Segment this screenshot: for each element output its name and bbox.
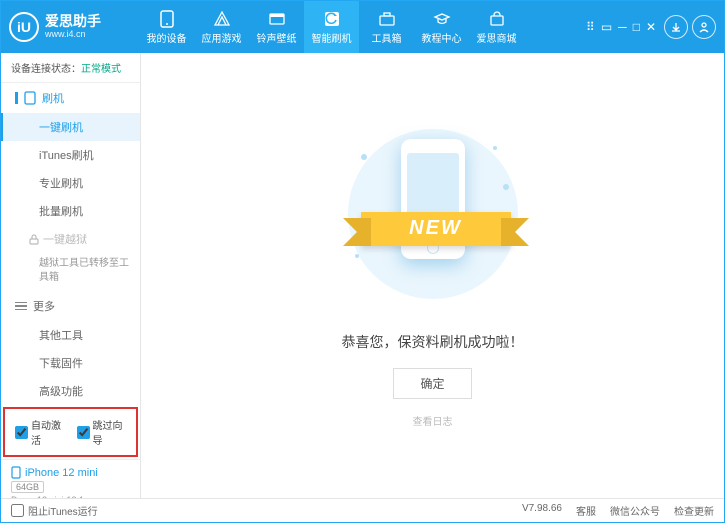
store-icon xyxy=(487,10,507,28)
statusbar: 阻止iTunes运行 V7.98.66 客服 微信公众号 检查更新 xyxy=(1,498,724,522)
app-window: iU 爱思助手 www.i4.cn 我的设备 应用游戏 铃声壁纸 智能刷机 工具… xyxy=(0,0,725,523)
view-log-link[interactable]: 查看日志 xyxy=(413,413,453,428)
app-name: 爱思助手 xyxy=(45,14,101,29)
skip-guide-checkbox[interactable]: 跳过向导 xyxy=(77,417,127,447)
nav-label: 铃声壁纸 xyxy=(257,30,297,45)
window-controls: ⠿ ▭ ─ □ ✕ xyxy=(586,20,656,34)
device-info[interactable]: iPhone 12 mini 64GB Down-12mini-13,1 xyxy=(1,459,140,498)
sidebar-flash-header[interactable]: 刷机 xyxy=(1,83,140,113)
update-link[interactable]: 检查更新 xyxy=(674,503,714,518)
skin-button[interactable]: ▭ xyxy=(601,20,612,34)
minimize-button[interactable]: ─ xyxy=(618,20,627,34)
sidebar-item-advanced[interactable]: 高级功能 xyxy=(1,377,140,405)
block-itunes-checkbox[interactable]: 阻止iTunes运行 xyxy=(11,503,98,518)
phone-icon xyxy=(24,91,36,105)
phone-icon xyxy=(11,466,21,479)
download-button[interactable] xyxy=(664,15,688,39)
nav-toolbox[interactable]: 工具箱 xyxy=(359,1,414,53)
nav-my-device[interactable]: 我的设备 xyxy=(139,1,194,53)
sidebar-item-oneclick[interactable]: 一键刷机 xyxy=(1,113,140,141)
hamburger-icon xyxy=(15,302,27,311)
nav-label: 我的设备 xyxy=(147,30,187,45)
sidebar-item-jailbreak: 一键越狱 xyxy=(1,225,140,253)
sidebar-more-header[interactable]: 更多 xyxy=(1,291,140,321)
nav-label: 爱思商城 xyxy=(477,30,517,45)
version-label: V7.98.66 xyxy=(522,503,562,518)
sidebar: 设备连接状态：正常模式 刷机 一键刷机 iTunes刷机 专业刷机 批量刷机 一… xyxy=(1,53,141,498)
sidebar-item-itunes[interactable]: iTunes刷机 xyxy=(1,141,140,169)
sidebar-item-batch[interactable]: 批量刷机 xyxy=(1,197,140,225)
auto-activate-checkbox[interactable]: 自动激活 xyxy=(15,417,65,447)
nav-label: 应用游戏 xyxy=(202,30,242,45)
nav-ringtone[interactable]: 铃声壁纸 xyxy=(249,1,304,53)
tutorial-icon xyxy=(432,10,452,28)
nav-store[interactable]: 爱思商城 xyxy=(469,1,524,53)
jailbreak-note: 越狱工具已转移至工具箱 xyxy=(1,253,140,291)
user-button[interactable] xyxy=(692,15,716,39)
nav-tutorial[interactable]: 教程中心 xyxy=(414,1,469,53)
nav-flash[interactable]: 智能刷机 xyxy=(304,1,359,53)
main-content: NEW 恭喜您，保资料刷机成功啦！ 确定 查看日志 xyxy=(141,53,724,498)
titlebar: iU 爱思助手 www.i4.cn 我的设备 应用游戏 铃声壁纸 智能刷机 工具… xyxy=(1,1,724,53)
logo-icon: iU xyxy=(9,12,39,42)
menu-button[interactable]: ⠿ xyxy=(586,20,595,34)
app-url: www.i4.cn xyxy=(45,30,101,40)
sidebar-item-pro[interactable]: 专业刷机 xyxy=(1,169,140,197)
device-storage: 64GB xyxy=(11,481,44,493)
connection-status: 设备连接状态：正常模式 xyxy=(1,53,140,83)
app-logo: iU 爱思助手 www.i4.cn xyxy=(9,12,139,42)
sidebar-item-other[interactable]: 其他工具 xyxy=(1,321,140,349)
nav-label: 教程中心 xyxy=(422,30,462,45)
lock-icon xyxy=(29,234,39,245)
apps-icon xyxy=(212,10,232,28)
nav-apps[interactable]: 应用游戏 xyxy=(194,1,249,53)
nav-label: 工具箱 xyxy=(372,30,402,45)
new-ribbon: NEW xyxy=(361,212,511,246)
ringtone-icon xyxy=(267,10,287,28)
options-row: 自动激活 跳过向导 xyxy=(3,407,138,457)
wechat-link[interactable]: 微信公众号 xyxy=(610,503,660,518)
toolbox-icon xyxy=(377,10,397,28)
service-link[interactable]: 客服 xyxy=(576,503,596,518)
sidebar-item-firmware[interactable]: 下载固件 xyxy=(1,349,140,377)
device-icon xyxy=(157,10,177,28)
close-button[interactable]: ✕ xyxy=(646,20,656,34)
flash-icon xyxy=(322,10,342,28)
nav-label: 智能刷机 xyxy=(312,30,352,45)
ok-button[interactable]: 确定 xyxy=(393,368,471,399)
top-nav: 我的设备 应用游戏 铃声壁纸 智能刷机 工具箱 教程中心 爱思商城 xyxy=(139,1,524,53)
success-illustration: NEW xyxy=(343,124,523,304)
device-name-label: iPhone 12 mini xyxy=(25,467,98,479)
success-message: 恭喜您，保资料刷机成功啦！ xyxy=(342,332,524,352)
maximize-button[interactable]: □ xyxy=(633,20,640,34)
